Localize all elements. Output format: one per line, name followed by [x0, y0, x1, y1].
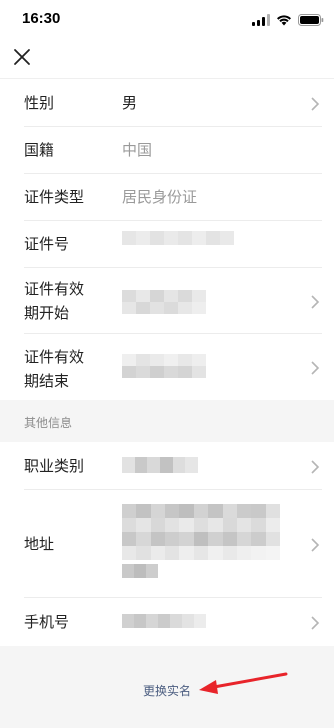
chevron-right-icon — [310, 615, 320, 630]
status-bar: 16:30 — [0, 0, 334, 36]
row-label-line2: 期开始 — [24, 304, 70, 322]
redacted-id-number — [122, 231, 234, 245]
row-value: 中国 — [122, 141, 153, 159]
row-gender[interactable]: 性别 男 — [0, 79, 334, 127]
redacted-address-tail — [122, 564, 158, 578]
wifi-icon — [276, 11, 292, 30]
section-title: 其他信息 — [24, 416, 73, 430]
row-id-valid-start[interactable]: 证件有效 期开始 — [0, 268, 334, 334]
section-other-info: 其他信息 — [0, 400, 334, 442]
row-label: 地址 — [24, 535, 55, 553]
battery-icon — [298, 11, 324, 30]
status-icons — [252, 11, 324, 30]
signal-icon — [252, 11, 270, 30]
row-label: 证件号 — [24, 235, 70, 253]
redacted-valid-start — [122, 290, 206, 314]
footer: 更换实名 — [0, 646, 334, 728]
top-bar — [0, 36, 334, 78]
annotation-arrow-icon — [196, 672, 290, 700]
close-button[interactable] — [10, 45, 34, 69]
redacted-occupation — [122, 457, 198, 473]
row-label-line1: 证件有效 — [24, 280, 85, 298]
row-occupation[interactable]: 职业类别 — [0, 442, 334, 490]
row-nationality: 国籍 中国 — [0, 127, 334, 174]
close-icon — [10, 49, 34, 73]
chevron-right-icon — [310, 360, 320, 375]
row-id-valid-end[interactable]: 证件有效 期结束 — [0, 334, 334, 400]
row-id-type: 证件类型 居民身份证 — [0, 174, 334, 221]
chevron-right-icon — [310, 96, 320, 111]
row-label: 手机号 — [24, 613, 70, 631]
row-label: 国籍 — [24, 141, 55, 159]
row-label-line1: 证件有效 — [24, 348, 85, 366]
chevron-right-icon — [310, 294, 320, 309]
redacted-address — [122, 504, 280, 560]
row-address[interactable]: 地址 — [0, 490, 334, 598]
row-label: 证件类型 — [24, 188, 85, 206]
row-value: 男 — [122, 94, 138, 112]
row-label: 职业类别 — [24, 457, 85, 475]
row-value: 居民身份证 — [122, 188, 198, 206]
chevron-right-icon — [310, 537, 320, 552]
redacted-valid-end — [122, 354, 206, 378]
row-phone[interactable]: 手机号 — [0, 598, 334, 646]
chevron-right-icon — [310, 459, 320, 474]
status-time: 16:30 — [22, 10, 61, 27]
row-id-number: 证件号 — [0, 221, 334, 268]
row-label: 性别 — [24, 94, 55, 112]
row-label-line2: 期结束 — [24, 372, 70, 390]
redacted-phone — [122, 614, 206, 628]
